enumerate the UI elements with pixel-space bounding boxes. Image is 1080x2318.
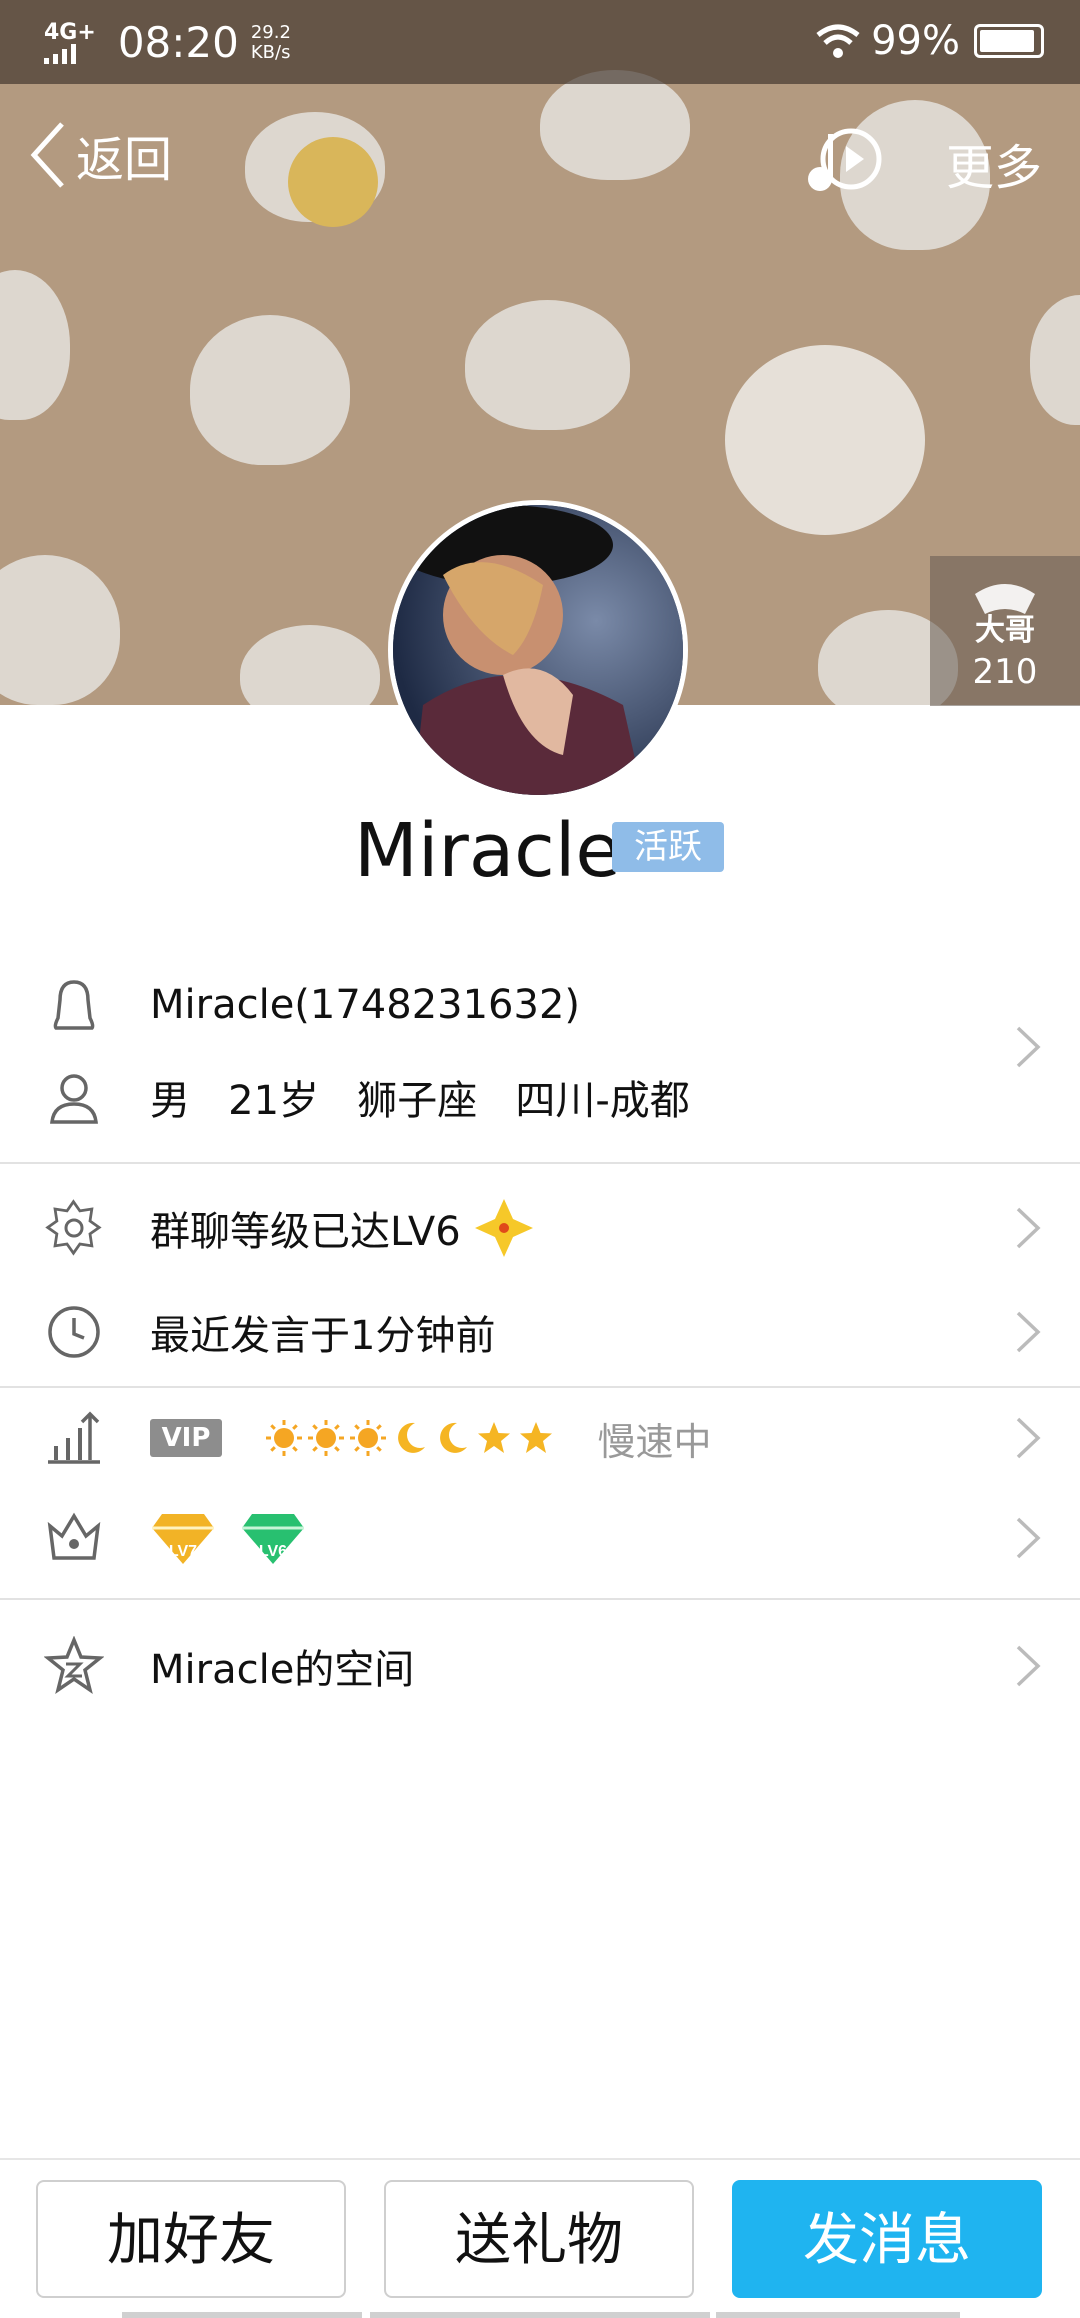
cover-bun <box>240 625 380 705</box>
last-speak-row[interactable]: 最近发言于1分钟前 <box>0 1296 1080 1368</box>
clock: 08:20 <box>117 18 239 67</box>
divider <box>0 1386 1080 1388</box>
status-badge: 活跃 <box>612 822 724 872</box>
back-button[interactable]: 返回 <box>28 120 172 190</box>
badge-count: 210 <box>972 652 1038 692</box>
bottom-action-bar: 加好友 送礼物 发消息 <box>0 2158 1080 2318</box>
chevron-right-icon <box>1016 1517 1041 1559</box>
chart-up-icon <box>48 1411 100 1464</box>
send-message-button[interactable]: 发消息 <box>732 2180 1042 2298</box>
big-brother-badge-icon: 大哥 <box>975 584 1035 647</box>
badges-row[interactable]: LV7 LV6 <box>0 1498 1080 1578</box>
penguin-icon <box>53 980 95 1030</box>
last-speak-text: 最近发言于1分钟前 <box>150 1313 496 1359</box>
status-bar: 4G+ 08:20 29.2 KB/s 99% <box>0 0 1080 84</box>
moon-icon <box>397 1422 425 1453</box>
personal-info-row: 男 21岁 狮子座 四川-成都 <box>0 1062 1080 1132</box>
green-diamond-badge-icon: LV6 <box>242 1514 304 1564</box>
home-indicator <box>716 2312 960 2318</box>
cover-bear <box>725 345 925 535</box>
avatar-image <box>393 505 683 795</box>
home-indicator <box>122 2312 362 2318</box>
qq-account-row: Miracle(1748231632) <box>0 970 1080 1040</box>
qzone-star-icon <box>44 1636 104 1695</box>
clock-icon <box>48 1306 100 1358</box>
divider <box>0 1598 1080 1600</box>
chevron-right-icon <box>1016 1207 1041 1249</box>
chevron-right-icon <box>1016 1417 1041 1459</box>
person-icon <box>50 1074 98 1124</box>
age: 21岁 <box>228 1078 320 1124</box>
vip-row[interactable]: VIP 慢速中 <box>0 1402 1080 1474</box>
gender: 男 <box>150 1078 190 1124</box>
music-play-icon[interactable] <box>806 124 886 194</box>
qzone-label: Miracle的空间 <box>150 1647 415 1693</box>
network-speed: 29.2 KB/s <box>250 21 291 63</box>
sun-icon <box>349 1420 386 1456</box>
cover-bun <box>465 300 630 430</box>
avatar[interactable] <box>388 500 688 800</box>
location: 四川-成都 <box>515 1078 690 1124</box>
chevron-right-icon <box>1016 1645 1041 1687</box>
sun-icon <box>265 1420 302 1456</box>
sun-icon <box>307 1420 344 1456</box>
badge-star-icon <box>45 1199 102 1256</box>
cover-badge[interactable]: 大哥 210 <box>930 556 1080 706</box>
diamond-sparkle-icon <box>475 1199 534 1257</box>
divider <box>0 1162 1080 1164</box>
cover-bun <box>0 555 120 705</box>
gold-diamond-badge-icon: LV7 <box>152 1514 214 1564</box>
profile-name: Miracle <box>354 808 621 894</box>
personal-info: 男 21岁 狮子座 四川-成都 <box>150 1068 690 1126</box>
battery-icon <box>974 24 1044 58</box>
more-button[interactable]: 更多 <box>946 128 1042 198</box>
crown-icon <box>47 1512 101 1560</box>
badge-label: 大哥 <box>975 614 1035 644</box>
nav-bar: 返回 更多 <box>0 100 1080 220</box>
group-level-row[interactable]: 群聊等级已达LV6 <box>0 1190 1080 1266</box>
svg-text:LV7: LV7 <box>169 1543 197 1560</box>
moon-icon <box>439 1422 467 1453</box>
vip-tag: VIP <box>150 1419 222 1457</box>
cover-bun <box>190 315 350 465</box>
star-icon <box>519 1422 552 1453</box>
zodiac: 狮子座 <box>357 1078 478 1124</box>
signal-icon: 4G+ <box>44 19 108 64</box>
wifi-icon <box>816 24 860 58</box>
back-label: 返回 <box>76 132 173 188</box>
chevron-left-icon <box>30 122 64 188</box>
qq-account: Miracle(1748231632) <box>150 982 580 1028</box>
svg-text:LV6: LV6 <box>259 1543 287 1560</box>
send-gift-button[interactable]: 送礼物 <box>384 2180 694 2298</box>
qq-level-icons <box>265 1419 555 1457</box>
chevron-right-icon <box>1016 1026 1041 1068</box>
group-level-text: 群聊等级已达LV6 <box>150 1209 461 1255</box>
battery-percent: 99% <box>871 18 960 64</box>
add-friend-button[interactable]: 加好友 <box>36 2180 346 2298</box>
cover-bun <box>1030 295 1080 425</box>
qzone-row[interactable]: Miracle的空间 <box>0 1630 1080 1702</box>
cover-bun <box>0 270 70 420</box>
speed-status: 慢速中 <box>597 1419 712 1464</box>
star-icon <box>477 1422 510 1453</box>
network-type: 4G+ <box>44 19 96 45</box>
home-indicator <box>370 2312 710 2318</box>
chevron-right-icon <box>1016 1311 1041 1353</box>
